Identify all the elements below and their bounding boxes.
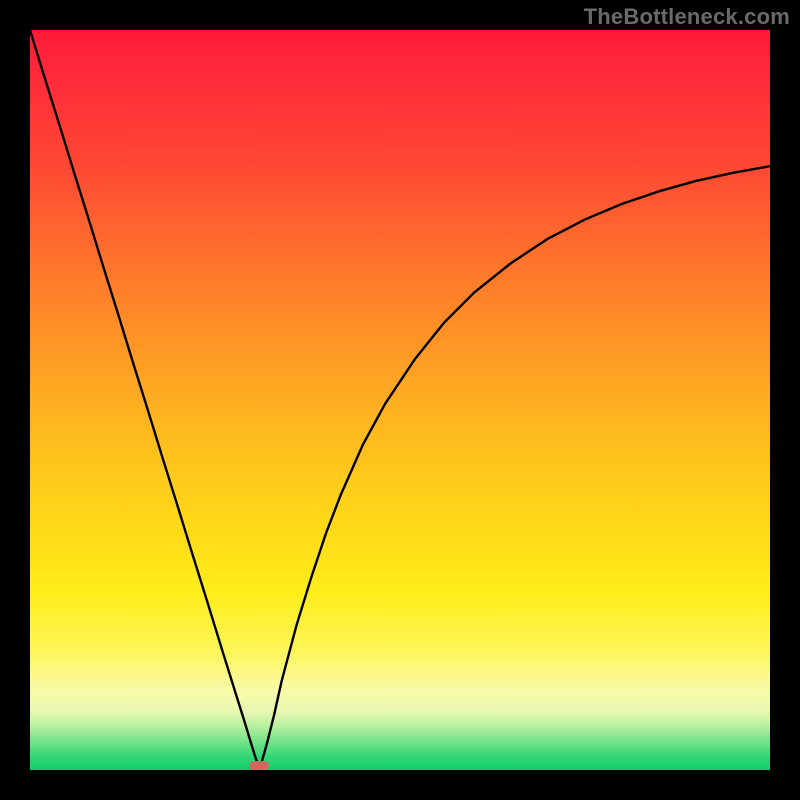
bottleneck-curve xyxy=(30,30,770,770)
optimal-point-marker xyxy=(249,761,269,770)
curve-svg xyxy=(30,30,770,770)
plot-area xyxy=(30,30,770,770)
watermark-text: TheBottleneck.com xyxy=(584,4,790,30)
chart-frame: TheBottleneck.com xyxy=(0,0,800,800)
